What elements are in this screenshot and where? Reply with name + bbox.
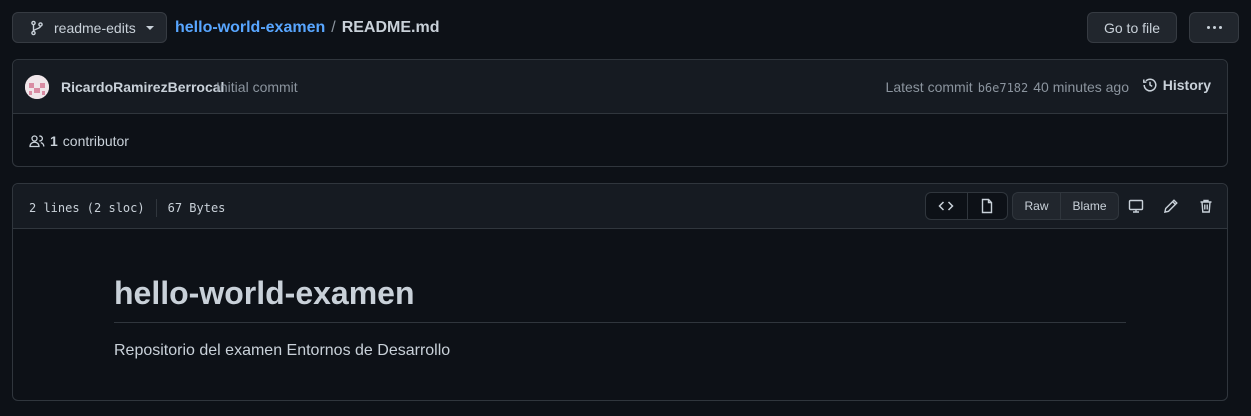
contributors-link[interactable]: 1 contributor [29,133,129,149]
go-to-file-button[interactable]: Go to file [1087,12,1177,43]
raw-blame-group: Raw Blame [1012,192,1119,220]
file-line-count: 2 lines (2 sloc) [29,201,145,215]
branch-select-button[interactable]: readme-edits [12,12,167,43]
people-icon [29,133,45,149]
pencil-icon [1163,198,1179,214]
commit-info-box: RicardoRamirezBerrocal Initial commit La… [12,59,1228,167]
view-toggle-group [925,192,1008,220]
avatar[interactable] [25,75,49,99]
readme-heading: hello-world-examen [114,274,1126,324]
code-view-button[interactable] [926,193,967,219]
latest-commit-row: RicardoRamirezBerrocal Initial commit La… [13,60,1227,114]
caret-down-icon [146,25,154,30]
file-navigation: readme-edits hello-world-examen / README… [12,12,1239,43]
file-info-divider [155,199,157,217]
contributor-count: 1 [50,133,58,149]
open-desktop-button[interactable] [1126,196,1146,216]
commit-message-link[interactable]: Initial commit [216,79,298,95]
history-link[interactable]: History [1142,77,1211,93]
breadcrumb: hello-world-examen / README.md [175,12,439,43]
branch-name: readme-edits [54,19,136,36]
readme-content: hello-world-examen Repositorio del exame… [114,274,1126,360]
raw-button[interactable]: Raw [1013,193,1060,219]
history-label: History [1162,77,1211,93]
preview-view-button[interactable] [966,193,1008,219]
blame-button[interactable]: Blame [1060,193,1118,219]
contributor-label: contributor [62,133,129,149]
desktop-icon [1128,198,1144,214]
file-info: 2 lines (2 sloc) 67 Bytes [29,199,225,217]
file-viewer: 2 lines (2 sloc) 67 Bytes Raw Blame hell… [12,183,1228,401]
latest-commit-label: Latest commit [885,79,973,95]
commit-sha-link[interactable]: b6e7182 [978,81,1029,95]
history-icon [1142,77,1158,93]
breadcrumb-separator: / [331,18,336,36]
delete-file-button[interactable] [1196,196,1216,216]
commit-author-link[interactable]: RicardoRamirezBerrocal [61,79,224,95]
code-icon [938,198,954,214]
edit-file-button[interactable] [1161,196,1181,216]
latest-commit-info: Latest commit b6e7182 40 minutes ago [886,79,1129,95]
kebab-horizontal-icon [1206,26,1222,29]
git-branch-icon [29,20,45,36]
file-icon [979,198,995,214]
commit-time: 40 minutes ago [1033,79,1129,95]
breadcrumb-file-name: README.md [341,18,440,36]
file-header: 2 lines (2 sloc) 67 Bytes Raw Blame [13,184,1227,229]
breadcrumb-repo-link[interactable]: hello-world-examen [175,19,325,37]
more-options-button[interactable] [1189,12,1239,43]
readme-paragraph: Repositorio del examen Entornos de Desar… [114,342,451,360]
trash-icon [1198,198,1214,214]
file-size: 67 Bytes [167,201,226,215]
